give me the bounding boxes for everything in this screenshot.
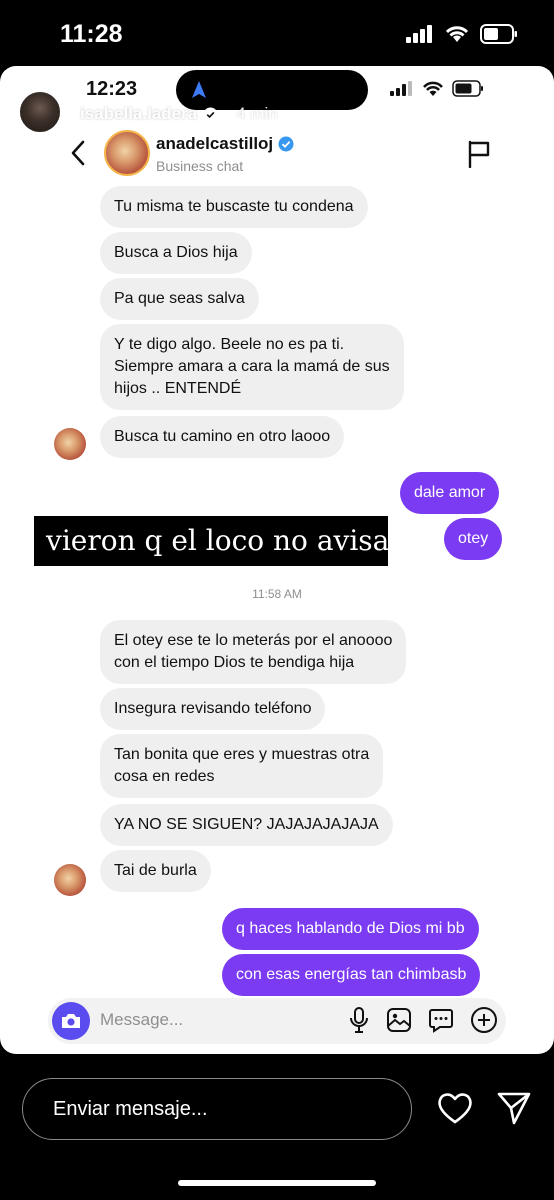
close-story-icon[interactable] bbox=[510, 98, 540, 128]
reply-input[interactable]: Enviar mensaje... bbox=[22, 1078, 412, 1140]
sticker-chat-icon[interactable] bbox=[428, 1007, 454, 1033]
outgoing-message[interactable]: con esas energías tan chimbasb bbox=[222, 954, 481, 996]
business-chat-label: Business chat bbox=[156, 158, 244, 174]
contact-avatar[interactable] bbox=[104, 130, 150, 176]
incoming-message[interactable]: El otey ese te lo meterás por el anoooo … bbox=[100, 620, 407, 684]
inner-wifi-icon bbox=[423, 81, 443, 96]
contact-verified-icon bbox=[278, 136, 294, 152]
inner-status-icons bbox=[390, 80, 484, 97]
gallery-icon[interactable] bbox=[386, 1007, 412, 1033]
message-timestamp: 11:58 AM bbox=[252, 587, 302, 601]
composer-actions bbox=[348, 1006, 498, 1034]
incoming-message[interactable]: YA NO SE SIGUEN? JAJAJAJAJAJA bbox=[100, 804, 393, 846]
add-circle-icon[interactable] bbox=[470, 1006, 498, 1034]
contact-name-text: anadelcastilloj bbox=[156, 134, 274, 153]
incoming-message[interactable]: Pa que seas salva bbox=[100, 278, 259, 320]
incoming-message[interactable]: Tu misma te buscaste tu condena bbox=[100, 186, 368, 228]
incoming-message[interactable]: Insegura revisando teléfono bbox=[100, 688, 326, 730]
story-age: 4 min bbox=[236, 104, 278, 123]
story-caption-sticker: vieron q el loco no avisa bbox=[34, 516, 389, 566]
camera-button[interactable] bbox=[52, 1002, 90, 1040]
battery-icon bbox=[480, 24, 517, 44]
signal-icon bbox=[406, 25, 432, 43]
story-card: 12:23 isabella.ladera 4 min anadelcastil… bbox=[0, 66, 554, 1054]
send-paper-plane-icon[interactable] bbox=[496, 1090, 532, 1126]
heart-icon[interactable] bbox=[436, 1090, 474, 1126]
chat-header: anadelcastilloj Business chat bbox=[0, 126, 554, 182]
story-username: isabella.ladera bbox=[80, 104, 198, 123]
reply-placeholder: Enviar mensaje... bbox=[53, 1098, 208, 1120]
outer-clock: 11:28 bbox=[60, 20, 123, 48]
contact-message-avatar[interactable] bbox=[54, 428, 86, 460]
microphone-icon[interactable] bbox=[348, 1006, 370, 1034]
outer-status-bar: 11:28 bbox=[0, 0, 554, 70]
inner-clock: 12:23 bbox=[86, 78, 138, 100]
outgoing-message[interactable]: otey bbox=[444, 518, 503, 560]
home-indicator bbox=[178, 1180, 376, 1186]
flag-icon[interactable] bbox=[466, 140, 492, 168]
story-author[interactable]: isabella.ladera 4 min bbox=[80, 104, 278, 124]
incoming-message[interactable]: Busca a Dios hija bbox=[100, 232, 252, 274]
message-input[interactable]: Message... bbox=[100, 1010, 183, 1030]
outgoing-message[interactable]: dale amor bbox=[400, 472, 500, 514]
incoming-message[interactable]: Busca tu camino en otro laooo bbox=[100, 416, 345, 458]
outer-status-icons bbox=[406, 24, 518, 44]
location-arrow-icon bbox=[192, 81, 206, 98]
inner-signal-icon bbox=[390, 81, 412, 96]
incoming-message[interactable]: Tan bonita que eres y muestras otra cosa… bbox=[100, 734, 384, 798]
outgoing-message[interactable]: q haces hablando de Dios mi bb bbox=[222, 908, 479, 950]
incoming-message[interactable]: Tai de burla bbox=[100, 850, 211, 892]
verified-badge-icon bbox=[203, 106, 218, 122]
message-composer[interactable]: Message... bbox=[48, 998, 506, 1044]
contact-message-avatar[interactable] bbox=[54, 864, 86, 896]
wifi-icon bbox=[445, 26, 469, 42]
contact-name[interactable]: anadelcastilloj bbox=[156, 134, 294, 154]
incoming-message[interactable]: Y te digo algo. Beele no es pa ti. Siemp… bbox=[100, 324, 404, 410]
back-chevron-icon[interactable] bbox=[66, 138, 90, 168]
inner-battery-icon bbox=[452, 80, 483, 97]
camera-icon bbox=[62, 1014, 80, 1028]
